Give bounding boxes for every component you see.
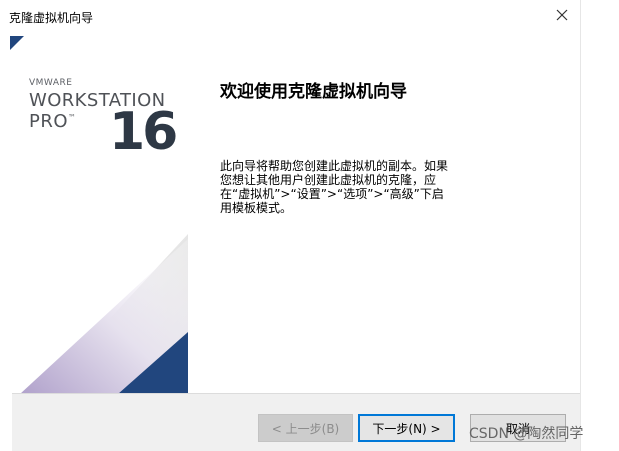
close-button[interactable] xyxy=(550,3,574,27)
back-button[interactable]: < 上一步(B) xyxy=(258,414,353,442)
welcome-heading: 欢迎使用克隆虚拟机向导 xyxy=(220,82,407,102)
wizard-description: 此向导将帮助您创建此虚拟机的副本。如果您想让其他用户创建此虚拟机的克隆，应在“虚… xyxy=(220,159,449,215)
brand-edition: PRO™ xyxy=(29,111,77,132)
window-right-border xyxy=(580,0,581,451)
window-title: 克隆虚拟机向导 xyxy=(9,11,94,25)
brand-sub-label: VMWARE xyxy=(29,78,73,88)
csdn-watermark: CSDN @陶然同学 xyxy=(469,426,584,442)
title-bar: 克隆虚拟机向导 xyxy=(0,0,580,32)
next-button[interactable]: 下一步(N) > xyxy=(358,414,455,442)
vmware-brand-panel: VMWARE WORKSTATION PRO™ 16 xyxy=(0,34,188,394)
brand-triangle-art xyxy=(20,234,188,394)
clone-vm-wizard-dialog: 克隆虚拟机向导 VMWARE WORKSTATION PRO™ 16 欢迎使用克… xyxy=(0,0,580,451)
close-icon xyxy=(556,9,568,21)
trademark-symbol: ™ xyxy=(68,113,77,122)
brand-edition-label: PRO xyxy=(29,111,69,132)
brand-version-number: 16 xyxy=(109,102,178,162)
